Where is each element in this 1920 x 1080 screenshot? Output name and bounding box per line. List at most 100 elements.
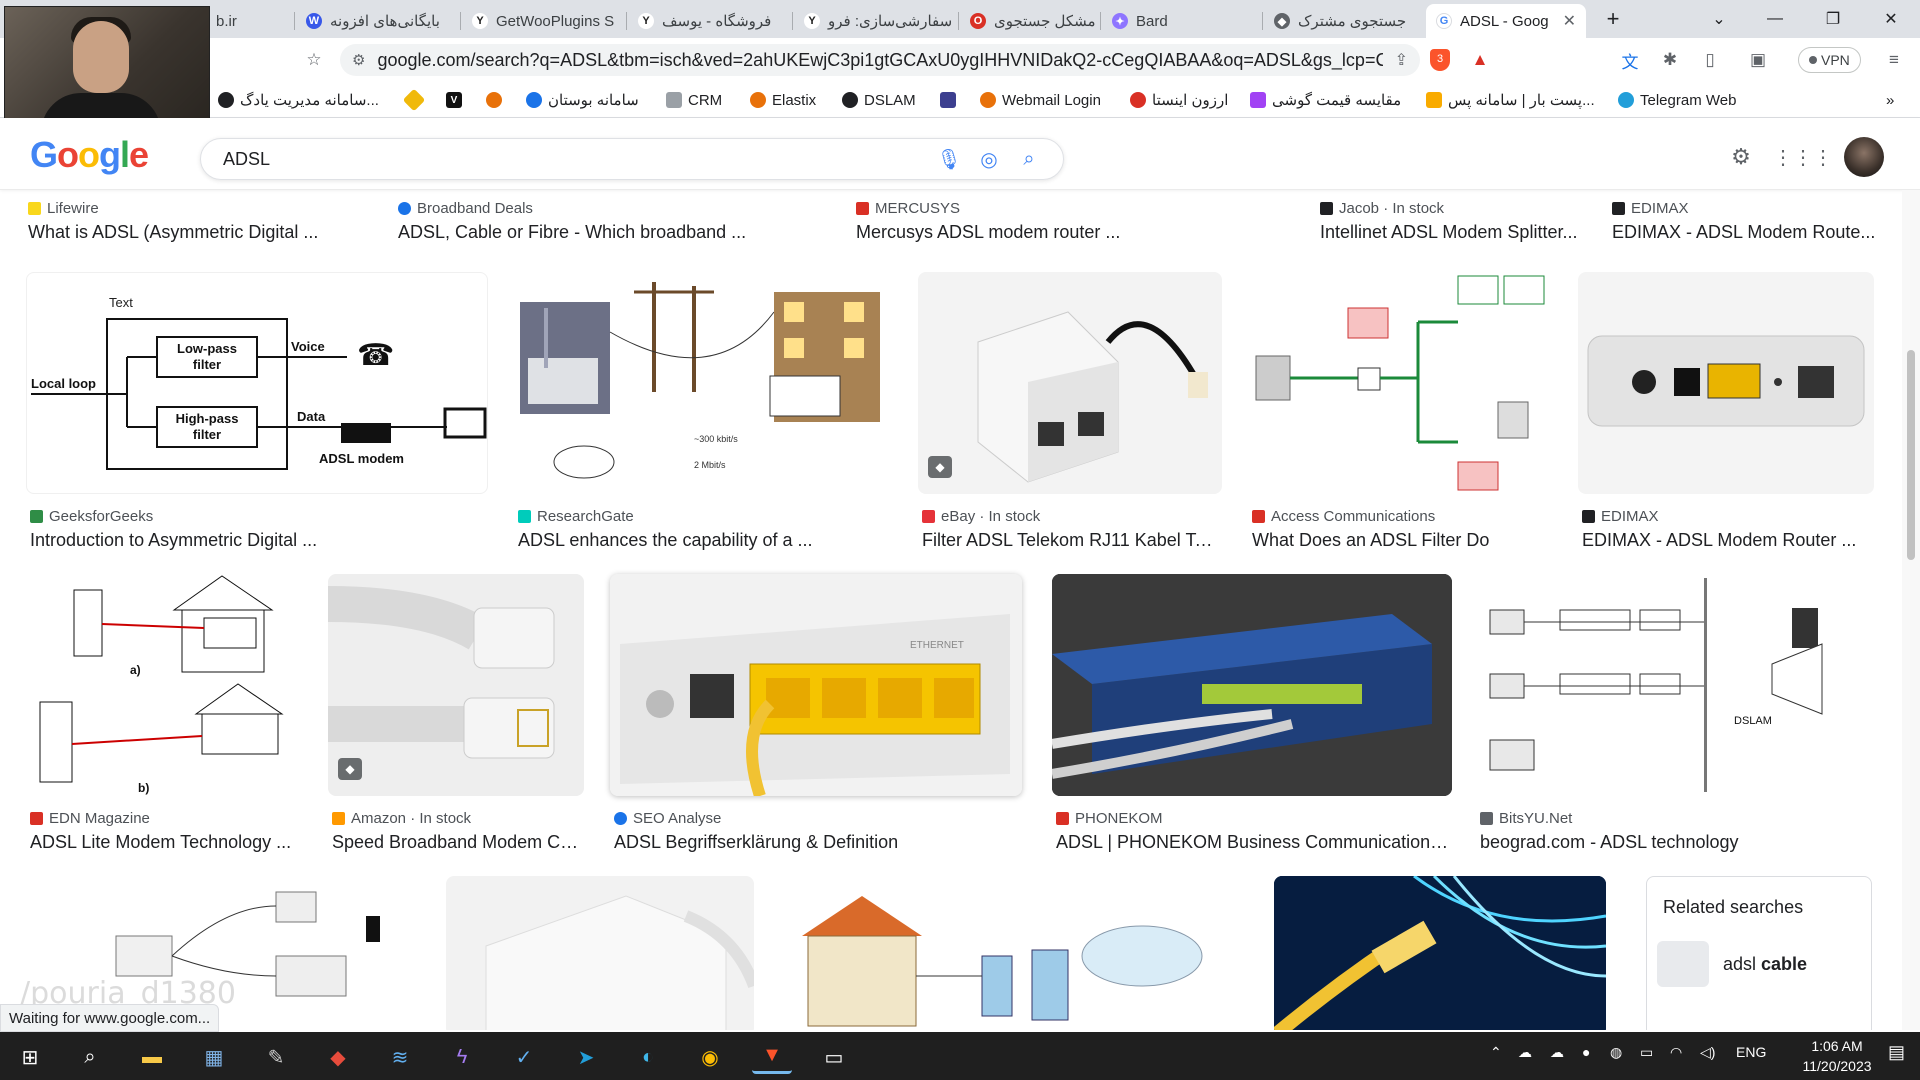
tab-7[interactable]: ✦ Bard bbox=[1102, 4, 1262, 38]
result-title[interactable]: EDIMAX - ADSL Modem Router ... bbox=[1582, 530, 1872, 551]
result-title[interactable]: Introduction to Asymmetric Digital ... bbox=[30, 530, 360, 551]
result-title[interactable]: ADSL enhances the capability of a ... bbox=[518, 530, 838, 551]
app-icon[interactable]: ✓ bbox=[504, 1040, 544, 1074]
search-icon[interactable]: ⌕ bbox=[1017, 147, 1041, 171]
notifications-icon[interactable]: ▤ bbox=[1888, 1042, 1905, 1063]
close-icon[interactable]: ✕ bbox=[1563, 11, 1576, 31]
tab-4[interactable]: Y فروشگاه - یوسف bbox=[628, 4, 792, 38]
result-card[interactable]: Access Communications What Does an ADSL … bbox=[1248, 272, 1550, 552]
minimize-button[interactable]: — bbox=[1752, 0, 1798, 38]
result-thumbnail[interactable]: ~300 kbit/s 2 Mbit/s bbox=[514, 272, 890, 494]
result-card[interactable]: ◆ Amazon · In stock Speed Broadband Mode… bbox=[328, 574, 584, 854]
result-thumbnail[interactable]: DSLAM bbox=[1476, 574, 1876, 796]
site-settings-icon[interactable]: ⚙ bbox=[352, 51, 365, 69]
menu-icon[interactable]: ≡ bbox=[1882, 48, 1906, 72]
search-input[interactable]: ADSL bbox=[223, 149, 921, 170]
result-card[interactable] bbox=[782, 876, 1232, 1030]
bookmark-item[interactable]: ارزون اینستا bbox=[1130, 89, 1228, 111]
chrome-icon[interactable]: ◉ bbox=[690, 1040, 730, 1074]
result-card[interactable]: ETHERNET SEO Analyse ADSL Begriffserklär… bbox=[610, 574, 1022, 854]
result-card[interactable]: EDIMAX EDIMAX - ADSL Modem Router ... bbox=[1578, 272, 1874, 552]
tab-8[interactable]: ◆ جستجوی مشترک bbox=[1264, 4, 1424, 38]
new-tab-button[interactable]: + bbox=[1590, 0, 1636, 38]
tab-search-button[interactable]: ⌄ bbox=[1696, 0, 1742, 38]
related-search-item[interactable]: adsl cable bbox=[1657, 941, 1807, 987]
network-icon[interactable]: ◍ bbox=[1610, 1044, 1622, 1061]
search-box[interactable]: ADSL 🎙 ◎ ⌕ bbox=[200, 138, 1064, 180]
result-card[interactable]: ◆ eBay · In stock Filter ADSL Telekom RJ… bbox=[918, 272, 1222, 552]
result-title[interactable]: Intellinet ADSL Modem Splitter... bbox=[1320, 222, 1582, 243]
result-card[interactable]: Text Low-pass filter High-pass filter Lo… bbox=[26, 272, 488, 552]
tray-chevron-icon[interactable]: ⌃ bbox=[1490, 1044, 1502, 1061]
result-card[interactable]: Jacob · In stock Intellinet ADSL Modem S… bbox=[1320, 200, 1582, 250]
microphone-icon[interactable]: ● bbox=[1582, 1044, 1590, 1060]
paint-icon[interactable]: ✎ bbox=[256, 1040, 296, 1074]
apps-grid-icon[interactable]: ⋮⋮⋮ bbox=[1773, 142, 1833, 172]
bookmark-item[interactable] bbox=[402, 88, 426, 112]
result-card[interactable]: DSLAM BitsYU.Net beograd.com - ADSL tech… bbox=[1476, 574, 1876, 854]
onedrive-icon[interactable]: ☁ bbox=[1550, 1044, 1564, 1061]
tab-active-google[interactable]: G ADSL - Goog ✕ bbox=[1426, 4, 1586, 38]
extensions-icon[interactable]: ✱ bbox=[1658, 48, 1682, 72]
result-card[interactable]: Broadband Deals ADSL, Cable or Fibre - W… bbox=[398, 200, 838, 250]
bookmark-item[interactable] bbox=[486, 89, 502, 111]
result-title[interactable]: Speed Broadband Modem Ca... bbox=[332, 832, 584, 853]
result-thumbnail[interactable]: ◆ bbox=[328, 574, 584, 796]
battery-icon[interactable]: ▭ bbox=[1640, 1044, 1653, 1061]
result-thumbnail[interactable] bbox=[446, 876, 754, 1030]
app-icon[interactable]: ▭ bbox=[814, 1040, 854, 1074]
brave-icon[interactable]: ▼ bbox=[752, 1040, 792, 1074]
bookmark-item[interactable]: Telegram Web bbox=[1618, 89, 1736, 111]
result-title[interactable]: ADSL Lite Modem Technology ... bbox=[30, 832, 298, 853]
result-title[interactable]: beograd.com - ADSL technology bbox=[1480, 832, 1876, 853]
result-title[interactable]: ADSL, Cable or Fibre - Which broadband .… bbox=[398, 222, 838, 243]
result-title[interactable]: ADSL | PHONEKOM Business Communications.… bbox=[1056, 832, 1452, 853]
result-card[interactable]: PHONEKOM ADSL | PHONEKOM Business Commun… bbox=[1052, 574, 1452, 854]
result-title[interactable]: Mercusys ADSL modem router ... bbox=[856, 222, 1276, 243]
result-thumbnail[interactable] bbox=[1248, 272, 1550, 494]
bookmark-item[interactable]: CRM bbox=[666, 89, 722, 111]
clock[interactable]: 1:06 AM 11/20/2023 bbox=[1800, 1036, 1874, 1076]
result-title[interactable]: What is ADSL (Asymmetric Digital ... bbox=[28, 222, 368, 243]
telegram-icon[interactable]: ➤ bbox=[566, 1040, 606, 1074]
address-bar[interactable]: ⚙ google.com/search?q=ADSL&tbm=isch&ved=… bbox=[340, 44, 1420, 76]
wallet-icon[interactable]: ▣ bbox=[1746, 48, 1770, 72]
result-card[interactable]: a) b) EDN Magazine ADSL Lite Modem Techn… bbox=[26, 574, 298, 854]
edge-icon[interactable]: ◐ bbox=[628, 1040, 668, 1074]
tab-1[interactable]: b.ir bbox=[206, 4, 294, 38]
bookmark-item[interactable]: مقایسه قیمت گوشی bbox=[1250, 89, 1401, 111]
bookmark-item[interactable]: سامانه بوستان bbox=[526, 89, 639, 111]
result-thumbnail[interactable] bbox=[1274, 876, 1606, 1030]
result-thumbnail[interactable]: ETHERNET bbox=[610, 574, 1022, 796]
result-thumbnail[interactable] bbox=[1052, 574, 1452, 796]
app-icon[interactable]: ≋ bbox=[380, 1040, 420, 1074]
microphone-icon[interactable]: 🎙 bbox=[936, 147, 961, 171]
anydesk-icon[interactable]: ◆ bbox=[318, 1040, 358, 1074]
account-avatar[interactable] bbox=[1844, 137, 1884, 177]
url-text[interactable]: google.com/search?q=ADSL&tbm=isch&ved=2a… bbox=[377, 50, 1382, 71]
file-explorer-icon[interactable]: ▬ bbox=[132, 1040, 172, 1074]
translate-icon[interactable]: 文 bbox=[1618, 48, 1642, 72]
calculator-icon[interactable]: ▦ bbox=[194, 1040, 234, 1074]
settings-gear-icon[interactable]: ⚙ bbox=[1726, 142, 1756, 172]
restore-button[interactable]: ❐ bbox=[1810, 0, 1856, 38]
language-indicator[interactable]: ENG bbox=[1736, 1044, 1766, 1060]
result-card[interactable]: MERCUSYS Mercusys ADSL modem router ... bbox=[856, 200, 1276, 250]
vertical-scrollbar[interactable] bbox=[1902, 190, 1920, 1030]
bookmark-item[interactable]: DSLAM bbox=[842, 89, 916, 111]
tab-3[interactable]: Y GetWooPlugins S bbox=[462, 4, 626, 38]
bookmark-item[interactable]: پست بار | سامانه پس... bbox=[1426, 89, 1595, 111]
bookmarks-overflow-icon[interactable]: » bbox=[1886, 89, 1894, 111]
result-title[interactable]: EDIMAX - ADSL Modem Route... bbox=[1612, 222, 1876, 243]
bookmark-item[interactable] bbox=[940, 89, 956, 111]
cloud-icon[interactable]: ☁ bbox=[1518, 1044, 1532, 1061]
result-thumbnail[interactable] bbox=[1578, 272, 1874, 494]
app-icon[interactable]: ϟ bbox=[442, 1040, 482, 1074]
vpn-button[interactable]: VPN bbox=[1798, 47, 1861, 73]
bookmark-item[interactable]: سامانه مدیریت یادگ... bbox=[218, 89, 379, 111]
result-title[interactable]: Filter ADSL Telekom RJ11 Kabel Tel... bbox=[922, 530, 1222, 551]
tab-5[interactable]: Y سفارشی‌سازی: فرو bbox=[794, 4, 958, 38]
bookmark-item[interactable]: V bbox=[446, 89, 462, 111]
bookmark-icon[interactable]: ☆ bbox=[302, 48, 326, 72]
result-card[interactable]: ~300 kbit/s 2 Mbit/s ResearchGate ADSL e… bbox=[514, 272, 890, 552]
